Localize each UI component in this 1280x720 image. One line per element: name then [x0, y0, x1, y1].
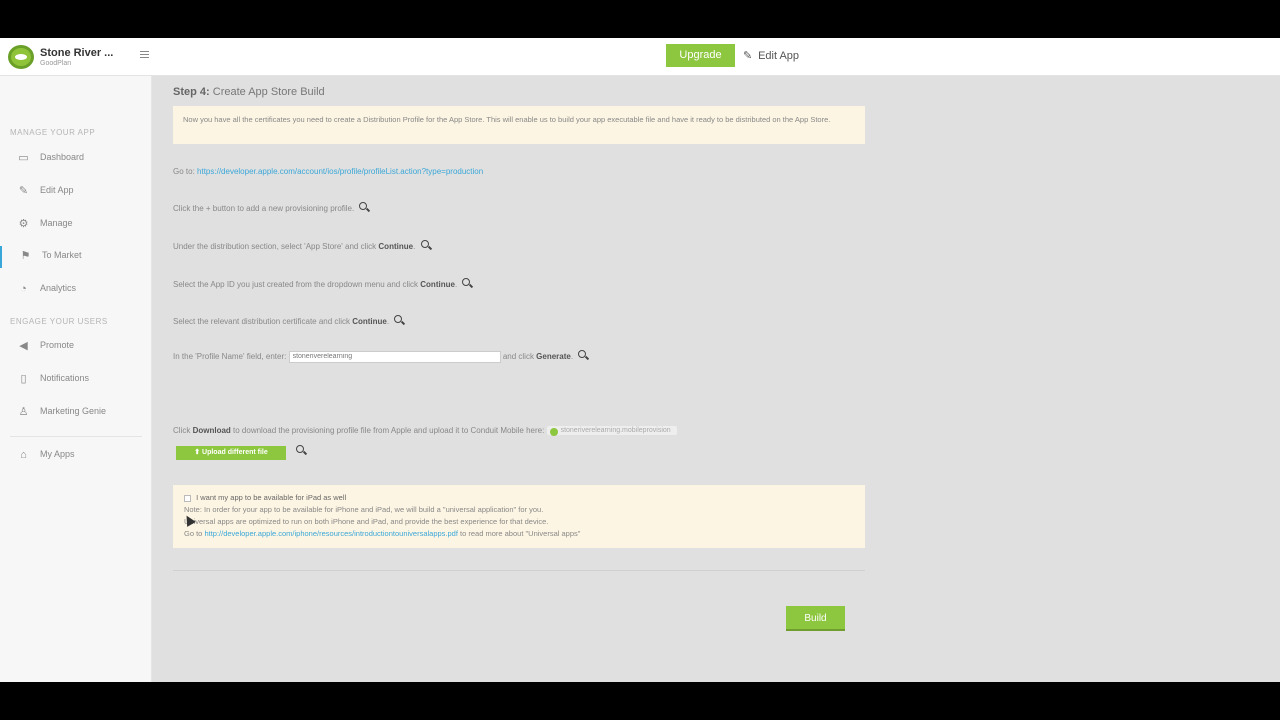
- step-number: Step 4:: [173, 86, 210, 98]
- step-distribution: Under the distribution section, select '…: [173, 240, 431, 251]
- app-window: Stone River ... GoodPlan Upgrade ✎ Edit …: [0, 38, 1280, 682]
- sidebar-divider: [10, 436, 142, 437]
- sidebar-item-label: Edit App: [40, 185, 74, 195]
- sidebar-item-edit-app[interactable]: ✎ Edit App: [0, 181, 151, 203]
- edit-app-link[interactable]: ✎ Edit App: [743, 49, 799, 62]
- sidebar-item-label: Manage: [40, 218, 73, 228]
- ipad-checkbox-label[interactable]: I want my app to be available for iPad a…: [196, 493, 346, 502]
- sidebar-item-label: To Market: [42, 250, 82, 260]
- sidebar-item-dashboard[interactable]: ▭ Dashboard: [0, 148, 151, 170]
- sidebar-section-engage: ENGAGE YOUR USERS: [10, 317, 108, 326]
- zoom-icon[interactable]: [420, 240, 431, 250]
- genie-icon: ♙: [18, 406, 29, 418]
- sidebar-item-label: Analytics: [40, 283, 77, 293]
- goto-label: Go to:: [173, 167, 195, 176]
- sidebar-item-notifications[interactable]: ▯ Notifications: [0, 369, 151, 391]
- gear-icon: ⚙: [18, 218, 29, 230]
- top-bar: Stone River ... GoodPlan Upgrade ✎ Edit …: [0, 38, 1280, 76]
- continue-text: Continue: [378, 242, 414, 251]
- zoom-icon[interactable]: [296, 445, 306, 455]
- apple-profile-link[interactable]: https://developer.apple.com/account/ios/…: [197, 167, 483, 176]
- generate-text: Generate: [536, 352, 571, 361]
- universal-apps-link[interactable]: http://developer.apple.com/iphone/resour…: [204, 529, 458, 538]
- bell-icon: ▯: [20, 373, 27, 385]
- zoom-icon[interactable]: [578, 350, 588, 360]
- sidebar-item-label: My Apps: [40, 449, 75, 459]
- step-profile-name: In the 'Profile Name' field, enter: and …: [173, 350, 588, 363]
- upgrade-button[interactable]: Upgrade: [666, 44, 735, 67]
- ipad-note-3: Go to http://developer.apple.com/iphone/…: [184, 528, 854, 540]
- sidebar-item-analytics[interactable]: ◔ Analytics: [0, 279, 151, 301]
- check-icon: [549, 428, 558, 437]
- sidebar-item-label: Promote: [40, 340, 75, 350]
- sidebar-item-my-apps[interactable]: ⌂ My Apps: [0, 445, 151, 467]
- ipad-note-1: Note: In order for your app to be availa…: [184, 505, 544, 514]
- profile-name-input[interactable]: [288, 350, 501, 363]
- zoom-icon[interactable]: [462, 278, 472, 288]
- step-text: Click: [173, 426, 191, 435]
- ipad-checkbox-row[interactable]: I want my app to be available for iPad a…: [184, 492, 854, 504]
- continue-text: Continue: [420, 280, 455, 289]
- upload-different-file-button[interactable]: ⬆ Upload different file: [176, 446, 286, 460]
- upload-button-label: Upload different file: [202, 449, 268, 456]
- step-add-profile: Click the + button to add a new provisio…: [173, 202, 369, 213]
- ipad-goto-label: Go to: [184, 529, 203, 538]
- zoom-icon[interactable]: [359, 202, 369, 212]
- continue-text: Continue: [352, 317, 387, 326]
- sidebar-item-label: Marketing Genie: [40, 406, 107, 416]
- monitor-icon: ▭: [18, 152, 29, 164]
- step-text: and click: [502, 352, 534, 361]
- section-divider: [173, 570, 865, 571]
- sidebar-item-to-market[interactable]: ⚑ To Market: [0, 246, 151, 268]
- megaphone-icon: ◀: [19, 340, 28, 352]
- brand-subtitle: GoodPlan: [40, 60, 72, 67]
- chart-icon: ◔: [20, 283, 27, 295]
- ipad-checkbox[interactable]: [184, 494, 191, 502]
- step-download: Click Download to download the provision…: [173, 426, 677, 437]
- upload-icon: ⬆: [194, 449, 203, 456]
- step-text: Select the relevant distribution certifi…: [173, 317, 350, 326]
- info-notice: Now you have all the certificates you ne…: [173, 106, 865, 144]
- sidebar-item-label: Dashboard: [40, 152, 85, 162]
- sidebar-item-label: Notifications: [40, 373, 90, 383]
- step-text: Select the App ID you just created from …: [173, 280, 419, 289]
- edit-app-label: Edit App: [758, 50, 800, 62]
- flag-icon: ⚑: [20, 250, 31, 262]
- step-text: Under the distribution section, select '…: [173, 242, 377, 251]
- build-button[interactable]: Build: [786, 606, 845, 631]
- menu-icon[interactable]: [140, 51, 149, 60]
- sidebar-item-manage[interactable]: ⚙ Manage: [0, 214, 151, 236]
- pencil-icon: ✎: [743, 50, 753, 62]
- sidebar-section-manage: MANAGE YOUR APP: [10, 128, 96, 137]
- download-text: Download: [192, 426, 231, 435]
- goto-line: Go to: https://developer.apple.com/accou…: [173, 167, 483, 176]
- home-icon: ⌂: [20, 449, 27, 461]
- brand-name[interactable]: Stone River ...: [40, 47, 113, 59]
- uploaded-file-name: stoneriverelearning.mobileprovision: [560, 427, 671, 435]
- ipad-note-2: Universal apps are optimized to run on b…: [184, 517, 549, 526]
- zoom-icon[interactable]: [394, 315, 404, 325]
- sidebar-item-marketing-genie[interactable]: ♙ Marketing Genie: [0, 402, 151, 424]
- ipad-option-box: I want my app to be available for iPad a…: [173, 485, 865, 548]
- step-certificate: Select the relevant distribution certifi…: [173, 315, 404, 326]
- step-text: Click the + button to add a new provisio…: [173, 204, 355, 213]
- step-text: In the 'Profile Name' field, enter:: [173, 352, 287, 361]
- step-title-text: Create App Store Build: [212, 86, 325, 98]
- step-text: to download the provisioning profile fil…: [233, 426, 545, 435]
- pencil-icon: ✎: [18, 185, 29, 197]
- brand-logo[interactable]: [8, 45, 34, 69]
- page-title: Step 4: Create App Store Build: [173, 86, 325, 98]
- uploaded-file-badge: stoneriverelearning.mobileprovision: [546, 426, 677, 437]
- step-app-id: Select the App ID you just created from …: [173, 278, 472, 289]
- ipad-link-post: to read more about "Universal apps": [460, 529, 581, 538]
- main-content: Step 4: Create App Store Build Now you h…: [152, 76, 1280, 682]
- sidebar-item-promote[interactable]: ◀ Promote: [0, 336, 151, 358]
- sidebar: MANAGE YOUR APP ▭ Dashboard ✎ Edit App ⚙…: [0, 76, 152, 682]
